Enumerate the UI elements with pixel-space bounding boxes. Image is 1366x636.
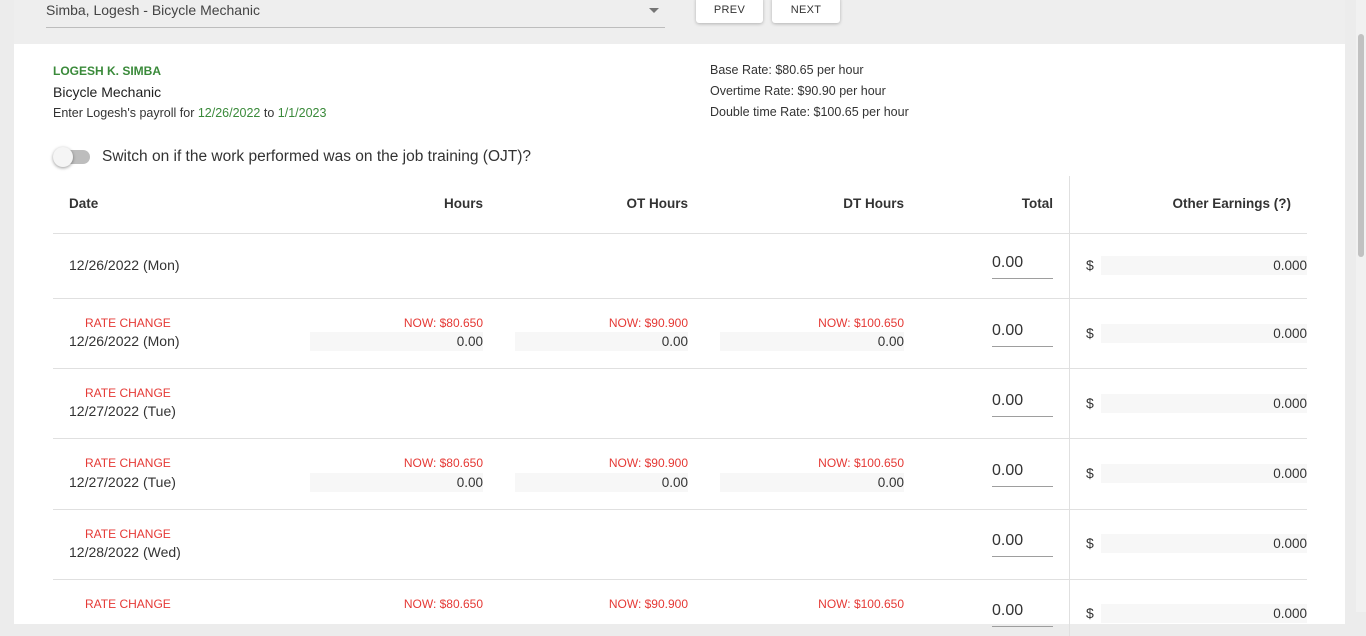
dt-hours-field[interactable]: 0.00 [720, 332, 904, 351]
row-date: 12/26/2022 (Mon) [69, 333, 180, 349]
dt-rate-now: NOW: $100.650 [818, 316, 904, 330]
total-field[interactable]: 0.00 [992, 320, 1053, 347]
header-hours: Hours [443, 196, 483, 211]
hours-rate-now: NOW: $80.650 [403, 456, 483, 470]
next-button[interactable]: NEXT [772, 0, 840, 23]
row-divider [53, 298, 1307, 299]
row-divider [53, 233, 1307, 234]
other-earnings-field[interactable]: 0.000 [1101, 394, 1307, 413]
row-divider [53, 438, 1307, 439]
period-mid: to [260, 106, 278, 120]
hours-field[interactable]: 0.00 [310, 332, 483, 351]
ot-rate-now: NOW: $90.900 [608, 597, 688, 611]
row-divider [53, 579, 1307, 580]
header-other-earnings: Other Earnings (?) [1172, 196, 1291, 211]
period-end: 1/1/2023 [277, 106, 327, 120]
hours-rate-now: NOW: $80.650 [403, 316, 483, 330]
top-toolbar: Simba, Logesh - Bicycle Mechanic PREV NE… [14, 0, 1345, 44]
employee-name: LOGESH K. SIMBA [53, 64, 162, 78]
currency-label: $ [1086, 605, 1094, 621]
row-date: 12/27/2022 (Tue) [69, 474, 176, 490]
ot-hours-field[interactable]: 0.00 [515, 332, 688, 351]
prev-button[interactable]: PREV [696, 0, 763, 23]
dt-rate-now: NOW: $100.650 [818, 456, 904, 470]
row-date: 12/26/2022 (Mon) [69, 257, 180, 273]
employee-select[interactable]: Simba, Logesh - Bicycle Mechanic [46, 0, 665, 28]
currency-label: $ [1086, 257, 1094, 273]
column-divider [1069, 176, 1070, 636]
ot-rate-now: NOW: $90.900 [608, 316, 688, 330]
row-date: 12/27/2022 (Tue) [69, 403, 176, 419]
currency-label: $ [1086, 535, 1094, 551]
row-divider [53, 509, 1307, 510]
base-rate: Base Rate: $80.65 per hour [710, 63, 864, 77]
employee-title: Bicycle Mechanic [53, 84, 162, 100]
other-earnings-field[interactable]: 0.000 [1101, 604, 1307, 623]
header-ot-hours: OT Hours [626, 196, 688, 211]
row-date: 12/28/2022 (Wed) [69, 544, 181, 560]
rate-change-label: RATE CHANGE [85, 316, 171, 330]
dt-hours-field[interactable]: 0.00 [720, 473, 904, 492]
currency-label: $ [1086, 395, 1094, 411]
ojt-toggle[interactable] [53, 147, 90, 167]
overtime-rate: Overtime Rate: $90.90 per hour [710, 84, 886, 98]
total-field[interactable]: 0.00 [992, 460, 1053, 487]
total-field[interactable]: 0.00 [992, 530, 1053, 557]
rate-change-label: RATE CHANGE [85, 456, 171, 470]
header-total: Total [1021, 196, 1053, 211]
other-earnings-field[interactable]: 0.000 [1101, 324, 1307, 343]
header-dt-hours: DT Hours [843, 196, 904, 211]
page-scrollbar[interactable] [1356, 0, 1366, 612]
other-earnings-field[interactable]: 0.000 [1101, 256, 1307, 275]
other-earnings-field[interactable]: 0.000 [1101, 534, 1307, 553]
currency-label: $ [1086, 325, 1094, 341]
dt-rate-now: NOW: $100.650 [818, 597, 904, 611]
total-field[interactable]: 0.00 [992, 600, 1053, 627]
employee-select-value: Simba, Logesh - Bicycle Mechanic [46, 2, 260, 18]
toggle-knob[interactable] [53, 147, 73, 167]
ojt-label: Switch on if the work performed was on t… [102, 148, 532, 165]
payroll-period: Enter Logesh's payroll for 12/26/2022 to… [53, 106, 326, 120]
double-time-rate: Double time Rate: $100.65 per hour [710, 105, 909, 119]
currency-label: $ [1086, 465, 1094, 481]
rate-change-label: RATE CHANGE [85, 597, 171, 611]
chevron-down-icon[interactable] [649, 8, 659, 13]
scrollbar-thumb[interactable] [1358, 34, 1364, 257]
header-date: Date [69, 196, 99, 211]
payroll-card: LOGESH K. SIMBA Bicycle Mechanic Enter L… [14, 44, 1345, 636]
ot-hours-field[interactable]: 0.00 [515, 473, 688, 492]
total-field[interactable]: 0.00 [992, 390, 1053, 417]
other-earnings-field[interactable]: 0.000 [1101, 464, 1307, 483]
period-start: 12/26/2022 [197, 106, 261, 120]
ot-rate-now: NOW: $90.900 [608, 456, 688, 470]
row-divider [53, 368, 1307, 369]
rate-change-label: RATE CHANGE [85, 527, 171, 541]
rate-change-label: RATE CHANGE [85, 386, 171, 400]
hours-rate-now: NOW: $80.650 [403, 597, 483, 611]
total-field[interactable]: 0.00 [992, 252, 1053, 279]
period-prefix: Enter Logesh's payroll for [53, 106, 198, 120]
hours-field[interactable]: 0.00 [310, 473, 483, 492]
